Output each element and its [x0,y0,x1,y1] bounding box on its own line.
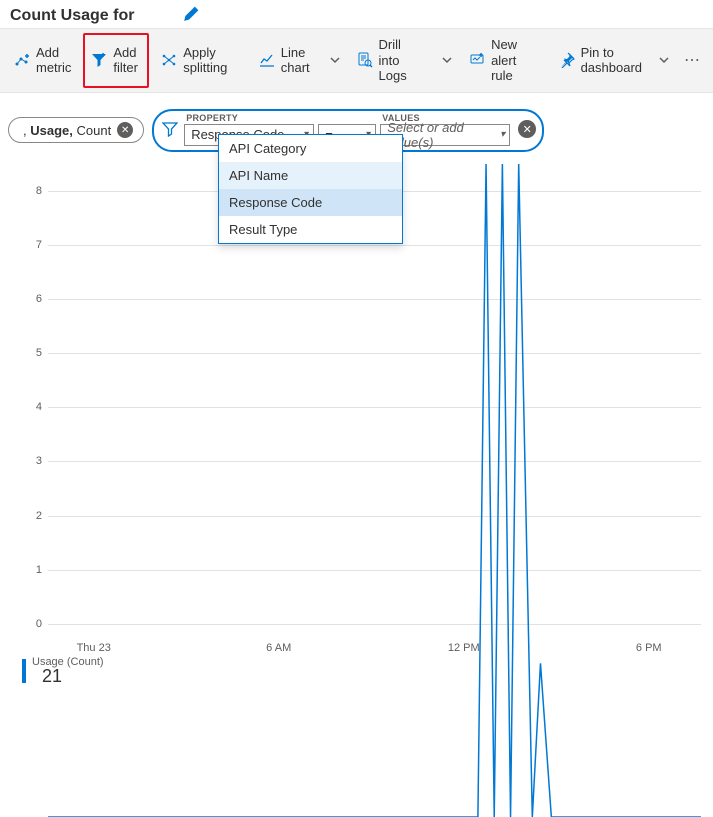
metric-pill[interactable]: , Usage, Count ✕ [8,117,144,143]
dropdown-item[interactable]: Result Type [219,216,402,243]
legend-swatch [22,659,26,683]
y-tick-label: 3 [8,455,42,467]
y-tick-label: 6 [8,293,42,305]
page-header: Count Usage for [0,0,713,28]
property-dropdown: API CategoryAPI NameResponse CodeResult … [218,134,403,244]
y-tick-label: 0 [8,618,42,630]
toolbar: Add metric Add filter Apply splitting Li… [0,28,713,93]
pin-to-dashboard-button[interactable]: Pin to dashboard [551,33,650,88]
x-tick-label: 12 PM [448,642,480,654]
page-title: Count Usage for [10,7,134,25]
filter-icon [91,52,107,68]
line-chart-chevron[interactable] [325,33,345,88]
dropdown-item[interactable]: Response Code [219,189,402,216]
alert-icon [469,52,485,68]
chevron-down-icon [441,54,453,66]
chevron-down-icon: ▾ [500,129,505,140]
x-tick-label: Thu 23 [77,642,111,654]
more-icon: ⋯ [684,50,701,70]
chart-plot [48,164,701,817]
x-tick-label: 6 PM [636,642,662,654]
property-label: PROPERTY [186,113,314,123]
pin-to-dashboard-chevron[interactable] [654,33,674,88]
dropdown-item[interactable]: API Name [219,162,402,189]
more-button[interactable]: ⋯ [678,33,707,88]
chevron-down-icon [329,54,341,66]
x-tick-label: 6 AM [266,642,291,654]
drill-into-logs-button[interactable]: Drill into Logs [349,33,434,88]
y-tick-label: 4 [8,401,42,413]
add-metric-icon [14,52,30,68]
split-icon [161,52,177,68]
line-chart-icon [259,52,275,68]
add-metric-button[interactable]: Add metric [6,33,79,88]
chevron-down-icon [658,54,670,66]
add-filter-button[interactable]: Add filter [83,33,149,88]
edit-title-icon[interactable] [184,6,199,26]
drill-into-logs-chevron[interactable] [437,33,457,88]
logs-icon [357,52,373,68]
y-tick-label: 8 [8,185,42,197]
pin-icon [559,52,575,68]
y-tick-label: 2 [8,510,42,522]
y-tick-label: 1 [8,564,42,576]
dropdown-item[interactable]: API Category [219,135,402,162]
line-chart-button[interactable]: Line chart [251,33,321,88]
new-alert-rule-button[interactable]: New alert rule [461,33,547,88]
remove-metric-icon[interactable]: ✕ [117,122,133,138]
y-tick-label: 5 [8,347,42,359]
remove-filter-icon[interactable]: ✕ [518,120,536,138]
y-tick-label: 7 [8,239,42,251]
filter-icon [162,121,178,137]
apply-splitting-button[interactable]: Apply splitting [153,33,239,88]
